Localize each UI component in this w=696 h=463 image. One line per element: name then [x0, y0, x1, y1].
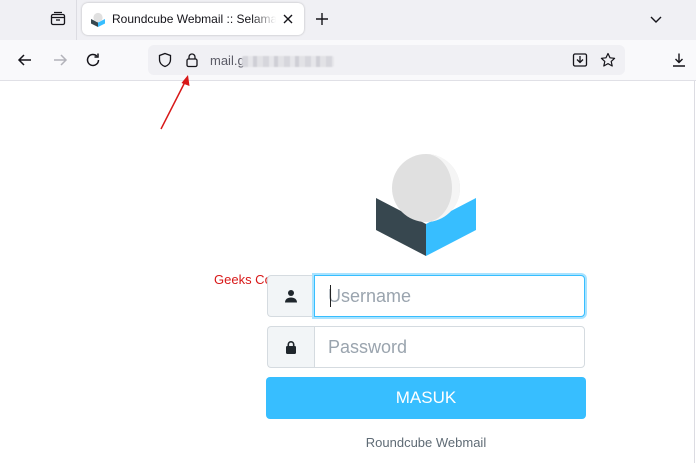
- active-tab[interactable]: Roundcube Webmail :: Selamat Datang di R…: [82, 3, 304, 35]
- navigation-toolbar: mail.g: [0, 40, 696, 81]
- lock-icon[interactable]: [184, 52, 200, 68]
- close-icon[interactable]: [280, 11, 296, 27]
- product-name: Roundcube Webmail: [365, 435, 487, 450]
- username-row: [267, 275, 585, 317]
- arrow-left-icon[interactable]: [15, 50, 35, 70]
- page-edge: [694, 81, 695, 463]
- password-row: [267, 326, 585, 368]
- reload-icon[interactable]: [83, 50, 103, 70]
- download-into-icon[interactable]: [572, 52, 588, 68]
- password-input[interactable]: [314, 326, 585, 368]
- annotation-arrow: [160, 75, 190, 130]
- url-bar[interactable]: mail.g: [148, 45, 625, 75]
- login-submit-button[interactable]: MASUK: [266, 377, 586, 419]
- roundcube-logo: [376, 154, 476, 256]
- username-input[interactable]: [314, 275, 585, 317]
- tab-title: Roundcube Webmail :: Selamat Datang di R…: [112, 12, 276, 26]
- lock-icon: [267, 326, 314, 368]
- text-caret: [330, 285, 331, 307]
- roundcube-favicon-icon: [90, 11, 106, 27]
- download-icon[interactable]: [669, 50, 689, 70]
- plus-icon[interactable]: [312, 9, 332, 29]
- arrow-right-icon[interactable]: [50, 50, 70, 70]
- url-text: mail.g: [210, 53, 245, 68]
- user-icon: [267, 275, 314, 317]
- url-redacted: [242, 56, 334, 67]
- tab-separator: [76, 0, 77, 40]
- tab-overview-icon[interactable]: [46, 8, 70, 30]
- shield-icon[interactable]: [157, 52, 173, 68]
- tab-bar: Roundcube Webmail :: Selamat Datang di R…: [0, 0, 696, 40]
- star-icon[interactable]: [600, 52, 616, 68]
- chevron-down-icon[interactable]: [646, 9, 666, 29]
